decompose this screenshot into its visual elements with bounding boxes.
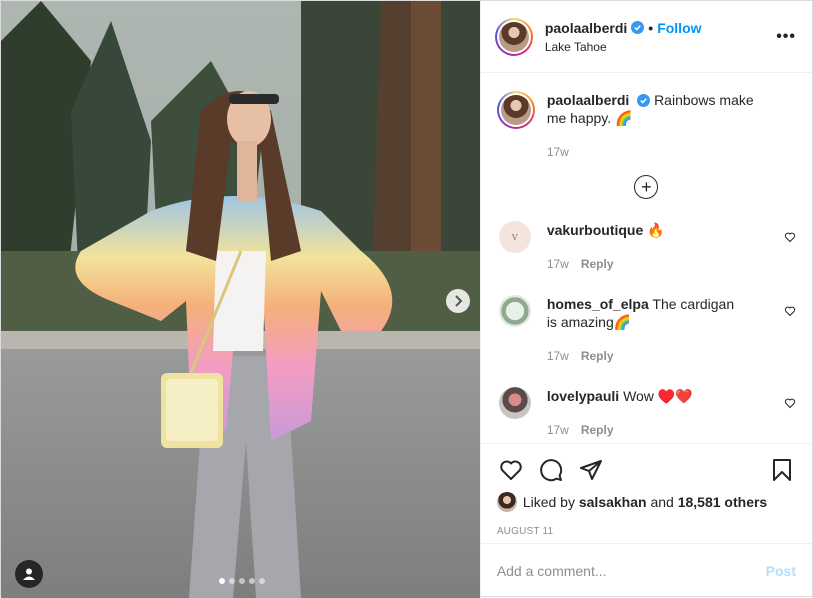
likes-middle: and	[650, 494, 674, 510]
carousel-dot	[219, 578, 225, 584]
comment-time[interactable]: 17w	[547, 347, 569, 365]
post-photo	[1, 1, 480, 598]
chevron-right-icon	[455, 295, 463, 307]
carousel-dot	[239, 578, 245, 584]
like-button[interactable]	[497, 456, 525, 484]
comment-time[interactable]: 17w	[547, 255, 569, 273]
avatar[interactable]	[496, 91, 535, 129]
likes-count-link[interactable]: 18,581 others	[678, 494, 768, 510]
post-media[interactable]	[1, 1, 480, 598]
likes-prefix: Liked by	[522, 494, 575, 510]
post-date[interactable]: AUGUST 11	[497, 526, 796, 537]
follow-button[interactable]: Follow	[657, 20, 701, 36]
avatar[interactable]	[494, 17, 533, 56]
save-button[interactable]	[768, 456, 796, 484]
plus-icon: +	[641, 177, 652, 197]
verified-badge-icon	[637, 94, 651, 107]
carousel-dot	[259, 578, 265, 584]
more-options-icon[interactable]: •••	[776, 28, 796, 46]
heart-icon	[500, 460, 522, 480]
comment-username[interactable]: homes_of_elpa	[547, 296, 649, 312]
comment-button[interactable]	[537, 456, 565, 484]
avatar[interactable]	[498, 295, 531, 327]
post-header: paolaalberdi • Follow Lake Tahoe •••	[480, 1, 812, 73]
instagram-post: paolaalberdi • Follow Lake Tahoe ••• pao…	[0, 0, 813, 598]
next-slide-button[interactable]	[446, 289, 470, 313]
comment-time[interactable]: 17w	[547, 421, 569, 439]
like-comment-heart-icon[interactable]	[784, 305, 796, 317]
avatar[interactable]: V	[498, 221, 531, 253]
carousel-dot	[249, 578, 255, 584]
caption-time[interactable]: 17w	[547, 143, 569, 161]
add-comment-bar: Post	[480, 543, 812, 598]
post-sidebar: paolaalberdi • Follow Lake Tahoe ••• pao…	[479, 1, 812, 598]
comment-input[interactable]	[496, 563, 766, 579]
comment-item: homes_of_elpa The cardigan is amazing🌈 1…	[497, 295, 796, 365]
reply-button[interactable]: Reply	[581, 421, 614, 439]
comment-username[interactable]: vakurboutique	[547, 222, 643, 238]
reply-button[interactable]: Reply	[581, 347, 614, 365]
comment-item: lovelypauli Wow ♥️❤️ 17w Reply	[497, 387, 796, 439]
liked-by-username[interactable]: salsakhan	[579, 494, 647, 510]
carousel-indicators	[219, 578, 265, 584]
likes-summary: Liked by salsakhan and 18,581 others	[496, 492, 796, 512]
comment-text: 🔥	[647, 222, 665, 238]
reply-button[interactable]: Reply	[581, 255, 614, 273]
caption: paolaalberdi Rainbows make me happy. 🌈 1…	[496, 91, 796, 161]
load-more-comments-button[interactable]: +	[634, 175, 659, 199]
comment-item: V vakurboutique 🔥 17w Reply	[497, 221, 796, 273]
verified-badge-icon	[631, 21, 645, 34]
comments-section[interactable]: paolaalberdi Rainbows make me happy. 🌈 1…	[481, 73, 812, 443]
user-icon	[23, 568, 35, 580]
header-username[interactable]: paolaalberdi	[545, 20, 627, 36]
location-link[interactable]: Lake Tahoe	[545, 40, 776, 54]
like-comment-heart-icon[interactable]	[784, 231, 796, 243]
avatar[interactable]	[498, 387, 531, 419]
avatar[interactable]	[496, 492, 517, 512]
like-comment-heart-icon[interactable]	[784, 397, 796, 409]
tagged-users-button[interactable]	[15, 560, 43, 588]
comment-bubble-icon	[540, 459, 562, 482]
header-separator: •	[648, 19, 654, 36]
post-actions: Liked by salsakhan and 18,581 others AUG…	[480, 443, 812, 537]
caption-username[interactable]: paolaalberdi	[547, 92, 629, 108]
share-button[interactable]	[577, 456, 605, 484]
comment-text: Wow ♥️❤️	[623, 388, 693, 404]
paper-plane-icon	[579, 460, 602, 480]
carousel-dot	[229, 578, 235, 584]
comment-username[interactable]: lovelypauli	[547, 388, 619, 404]
bookmark-icon	[773, 459, 791, 481]
post-comment-button[interactable]: Post	[766, 563, 796, 579]
